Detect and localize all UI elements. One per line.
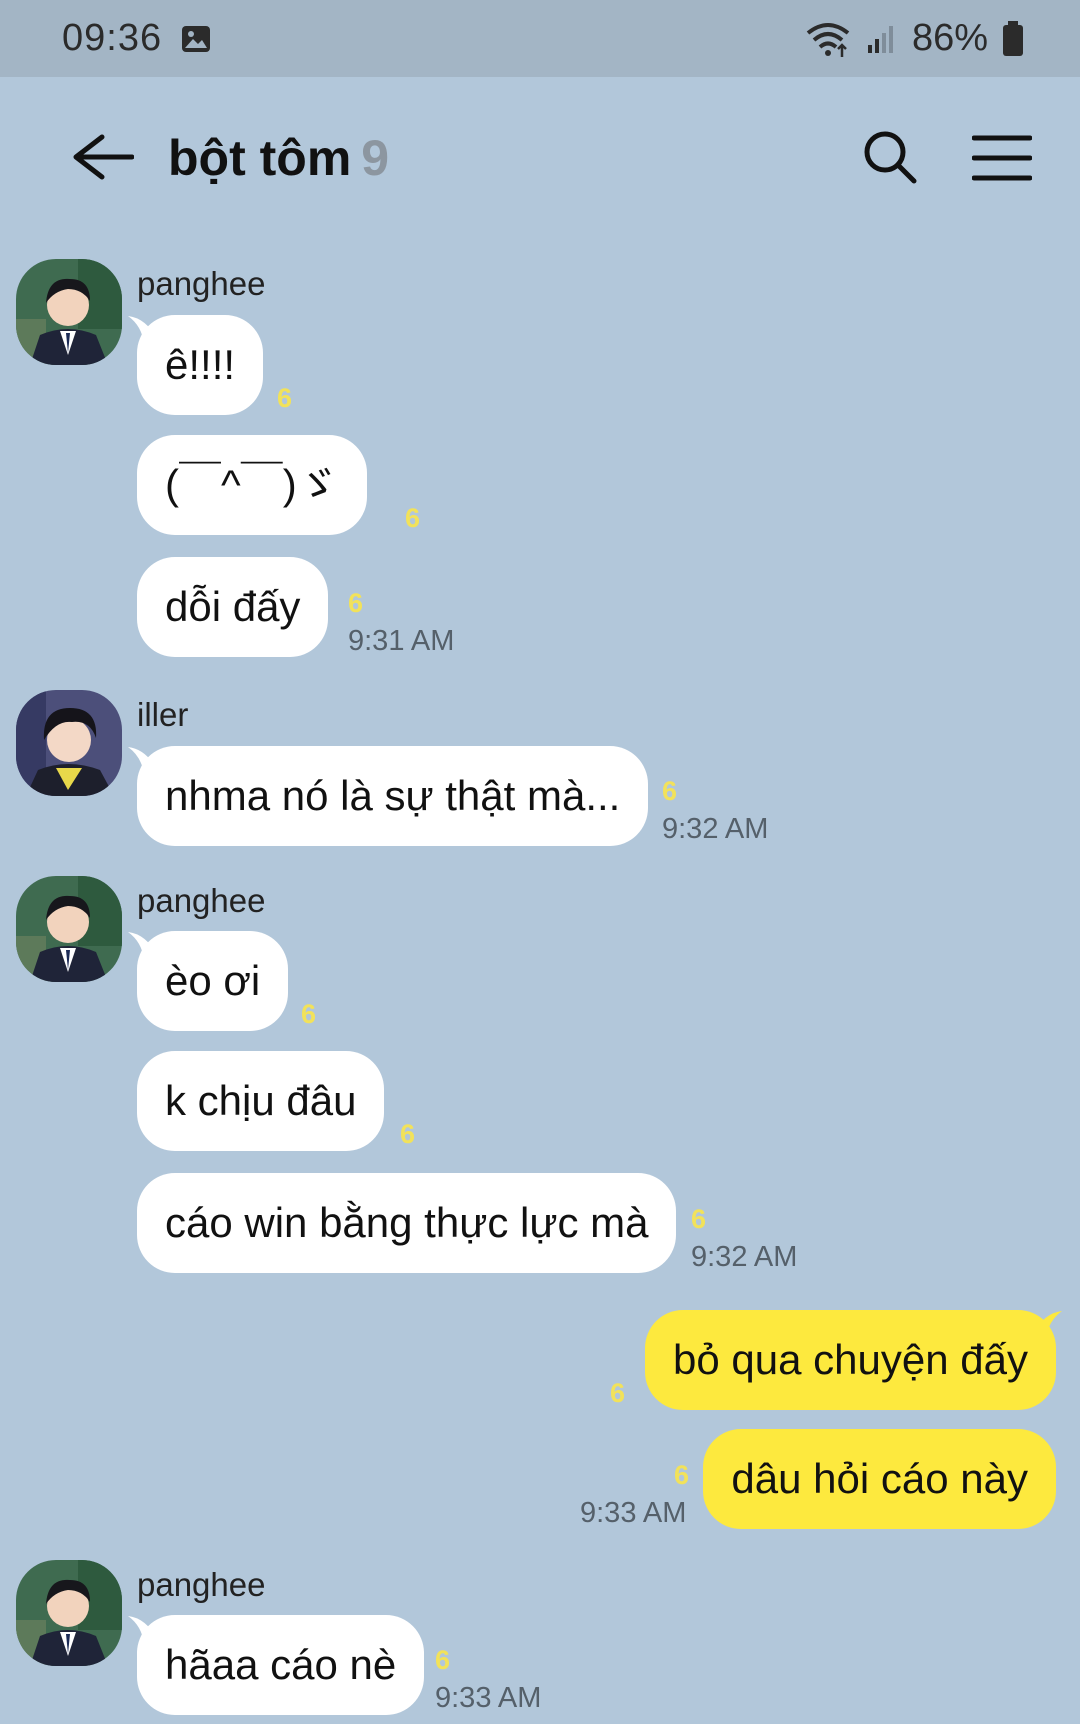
back-arrow-icon[interactable] xyxy=(54,127,134,187)
status-time: 09:36 xyxy=(62,17,163,59)
message-bubble[interactable]: èo ơi xyxy=(137,931,289,1031)
read-count: 6 xyxy=(662,776,678,806)
message-bubble[interactable]: k chịu đâu xyxy=(137,1051,385,1151)
message-bubble-outgoing[interactable]: bỏ qua chuyện đấy xyxy=(645,1310,1056,1410)
wifi-icon xyxy=(806,22,850,57)
read-count: 6 xyxy=(691,1204,707,1234)
sender-name: iller xyxy=(137,696,189,733)
message-bubble[interactable]: ê!!!! xyxy=(137,315,264,415)
signal-icon xyxy=(867,25,893,53)
avatar-panghee[interactable] xyxy=(16,876,122,982)
read-count: 6 xyxy=(674,1460,690,1490)
avatar-iller[interactable] xyxy=(16,690,122,796)
battery-icon xyxy=(1003,20,1023,56)
message-bubble[interactable]: dỗi đấy xyxy=(137,557,329,657)
read-count: 6 xyxy=(435,1645,451,1675)
message-time: 9:33 AM xyxy=(580,1497,687,1529)
message-bubble-outgoing[interactable]: dâu hỏi cáo này xyxy=(703,1429,1056,1529)
read-count: 6 xyxy=(277,383,293,413)
message-time: 9:31 AM xyxy=(348,625,455,657)
battery-percentage: 86% xyxy=(911,17,988,59)
member-count: 9 xyxy=(361,130,390,186)
status-bar: 09:36 86% xyxy=(0,0,1080,77)
read-count: 6 xyxy=(400,1119,416,1149)
avatar-panghee[interactable] xyxy=(16,259,122,365)
message-bubble[interactable]: cáo win bằng thực lực mà xyxy=(137,1173,677,1273)
status-left: 09:36 xyxy=(62,17,212,60)
read-count: 6 xyxy=(301,999,317,1029)
message-time: 9:32 AM xyxy=(662,813,769,845)
read-count: 6 xyxy=(348,588,364,618)
read-count: 6 xyxy=(610,1378,626,1408)
sender-name: panghee xyxy=(137,882,266,919)
image-icon xyxy=(182,25,211,52)
sender-name: panghee xyxy=(137,265,266,302)
message-bubble[interactable]: hãaa cáo nè xyxy=(137,1615,425,1715)
chat-header: bột tôm 9 xyxy=(0,77,1080,237)
sender-name: panghee xyxy=(137,1566,266,1603)
search-icon[interactable] xyxy=(862,129,918,185)
message-time: 9:32 AM xyxy=(691,1241,798,1273)
message-bubble[interactable]: (￣^￣)ゞ xyxy=(137,435,367,535)
chat-title[interactable]: bột tôm 9 xyxy=(168,129,389,187)
avatar-panghee[interactable] xyxy=(16,1560,122,1666)
chat-title-text: bột tôm xyxy=(168,130,352,186)
message-time: 9:33 AM xyxy=(435,1682,542,1714)
menu-icon[interactable] xyxy=(972,133,1032,183)
status-right: 86% xyxy=(804,17,1024,60)
message-bubble[interactable]: nhma nó là sự thật mà... xyxy=(137,746,649,846)
read-count: 6 xyxy=(405,503,421,533)
